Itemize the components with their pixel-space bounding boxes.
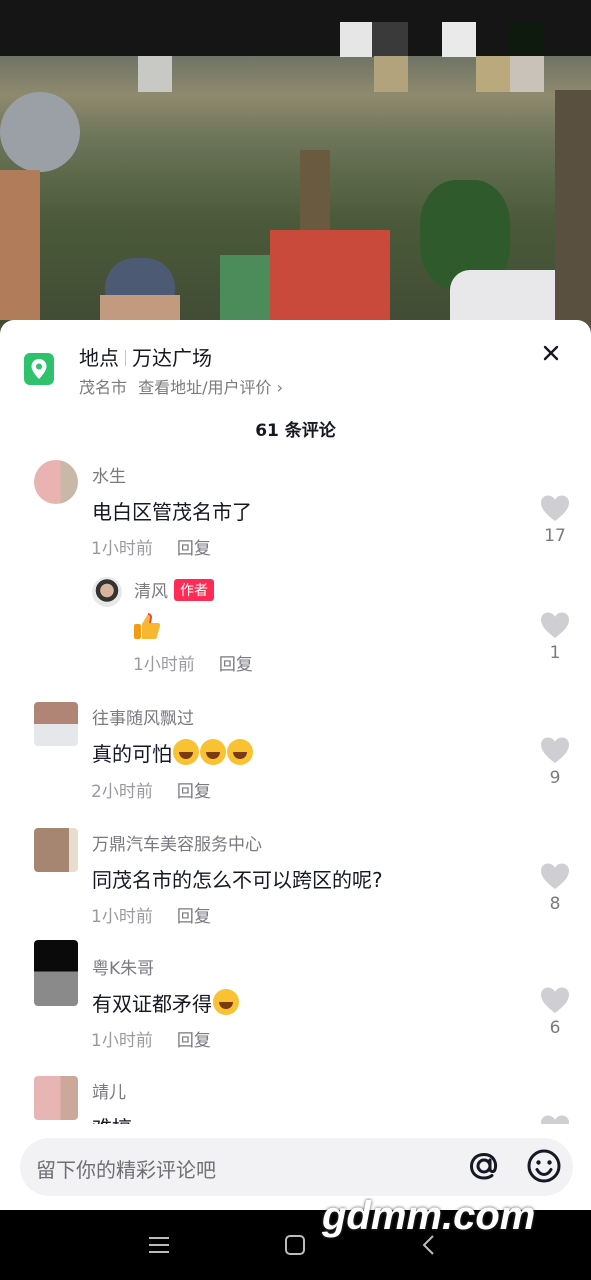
comment-meta: 1小时前 回复 <box>133 650 253 675</box>
location-header[interactable]: 地点 万达广场 茂名市 查看地址/用户评价 › <box>0 320 591 410</box>
comment-input[interactable]: 留下你的精彩评论吧 <box>20 1138 573 1196</box>
comment-text-content: 有双证都矛得 <box>92 992 212 1016</box>
location-title: 地点 万达广场 <box>79 342 212 371</box>
avatar[interactable] <box>34 702 78 746</box>
comment-username[interactable]: 靖儿 <box>92 1078 126 1103</box>
like-count: 6 <box>549 1018 561 1038</box>
comment-username[interactable]: 清风 作者 <box>134 577 214 602</box>
comment-text: 同茂名市的怎么不可以跨区的呢? <box>92 868 383 892</box>
comment-username[interactable]: 粤K朱哥 <box>92 954 154 979</box>
mention-at-icon[interactable] <box>464 1146 504 1186</box>
emoji-smile-icon[interactable] <box>524 1146 564 1186</box>
comment-text: 电白区管茂名市了 <box>92 500 252 524</box>
heart-icon <box>541 737 569 763</box>
heart-icon <box>541 987 569 1013</box>
username-text: 清风 <box>134 582 168 602</box>
video-background <box>0 0 591 340</box>
reply-button[interactable]: 回复 <box>177 907 211 927</box>
location-link[interactable]: 查看地址/用户评价 › <box>138 378 283 397</box>
avatar[interactable] <box>34 940 78 1006</box>
comment-username[interactable]: 万鼎汽车美容服务中心 <box>92 830 262 855</box>
avatar[interactable] <box>34 460 78 504</box>
comment-time: 1小时前 <box>91 907 153 927</box>
comment-item[interactable]: 水生 电白区管茂名市了 1小时前 回复 17 <box>0 460 591 560</box>
reply-button[interactable]: 回复 <box>177 1031 211 1051</box>
thumbs-up-emoji-icon <box>134 613 161 639</box>
reply-button[interactable]: 回复 <box>219 655 253 675</box>
comment-meta: 1小时前 回复 <box>91 534 211 559</box>
laughing-crying-emoji-icon <box>200 739 226 765</box>
comment-item[interactable]: 往事随风飘过 真的可怕 2小时前 回复 9 <box>0 702 591 802</box>
comment-input-placeholder: 留下你的精彩评论吧 <box>36 1158 216 1182</box>
comments-count: 61 条评论 <box>255 421 336 441</box>
location-city: 茂名市 <box>79 378 128 397</box>
avatar[interactable] <box>34 828 78 872</box>
comment-text: 真的可怕 <box>92 738 253 767</box>
avatar[interactable] <box>92 577 122 607</box>
location-pin-icon <box>24 353 54 385</box>
heart-icon <box>541 495 569 521</box>
comment-time: 1小时前 <box>91 539 153 559</box>
comment-meta: 2小时前 回复 <box>91 777 211 802</box>
comment-meta: 1小时前 回复 <box>91 902 211 927</box>
home-icon[interactable] <box>280 1230 310 1260</box>
reply-button[interactable]: 回复 <box>177 539 211 559</box>
comment-text-content: 真的可怕 <box>92 742 172 766</box>
location-label: 地点 <box>79 346 119 370</box>
watermark: gdmm.com <box>322 1194 536 1238</box>
location-subtitle[interactable]: 茂名市 查看地址/用户评价 › <box>79 374 283 398</box>
heart-icon <box>541 863 569 889</box>
comment-meta: 1小时前 回复 <box>91 1026 211 1051</box>
laughing-crying-emoji-icon <box>213 989 239 1015</box>
like-count: 8 <box>549 894 561 914</box>
comment-item[interactable]: 粤K朱哥 有双证都矛得 1小时前 回复 6 <box>0 940 591 1051</box>
menu-icon[interactable] <box>144 1230 174 1260</box>
author-badge: 作者 <box>174 579 214 601</box>
comment-username[interactable]: 水生 <box>92 462 126 487</box>
laughing-crying-emoji-icon <box>227 739 253 765</box>
like-count: 17 <box>544 526 566 546</box>
like-button[interactable]: 9 <box>538 736 572 788</box>
like-button[interactable]: 17 <box>538 494 572 546</box>
comment-username[interactable]: 往事随风飘过 <box>92 704 194 729</box>
comment-time: 1小时前 <box>133 655 195 675</box>
comment-item[interactable]: 万鼎汽车美容服务中心 同茂名市的怎么不可以跨区的呢? 1小时前 回复 8 <box>0 828 591 928</box>
close-button[interactable] <box>536 338 566 368</box>
comment-time: 2小时前 <box>91 782 153 802</box>
like-button[interactable]: 1 <box>538 611 572 663</box>
like-button[interactable]: 8 <box>538 862 572 914</box>
location-name: 万达广场 <box>132 346 212 370</box>
avatar[interactable] <box>34 1076 78 1120</box>
comment-text: 有双证都矛得 <box>92 988 239 1017</box>
reply-button[interactable]: 回复 <box>177 782 211 802</box>
like-count: 1 <box>549 643 561 663</box>
close-icon <box>543 345 559 361</box>
comment-time: 1小时前 <box>91 1031 153 1051</box>
laughing-crying-emoji-icon <box>173 739 199 765</box>
reply-item[interactable]: 清风 作者 1小时前 回复 1 <box>0 575 591 675</box>
divider <box>125 350 126 366</box>
heart-icon <box>541 612 569 638</box>
comment-sheet: 地点 万达广场 茂名市 查看地址/用户评价 › 61 条评论 水生 电白区管茂名市… <box>0 320 591 1210</box>
like-count: 9 <box>549 768 561 788</box>
comment-text <box>132 611 162 642</box>
like-button[interactable]: 6 <box>538 986 572 1038</box>
